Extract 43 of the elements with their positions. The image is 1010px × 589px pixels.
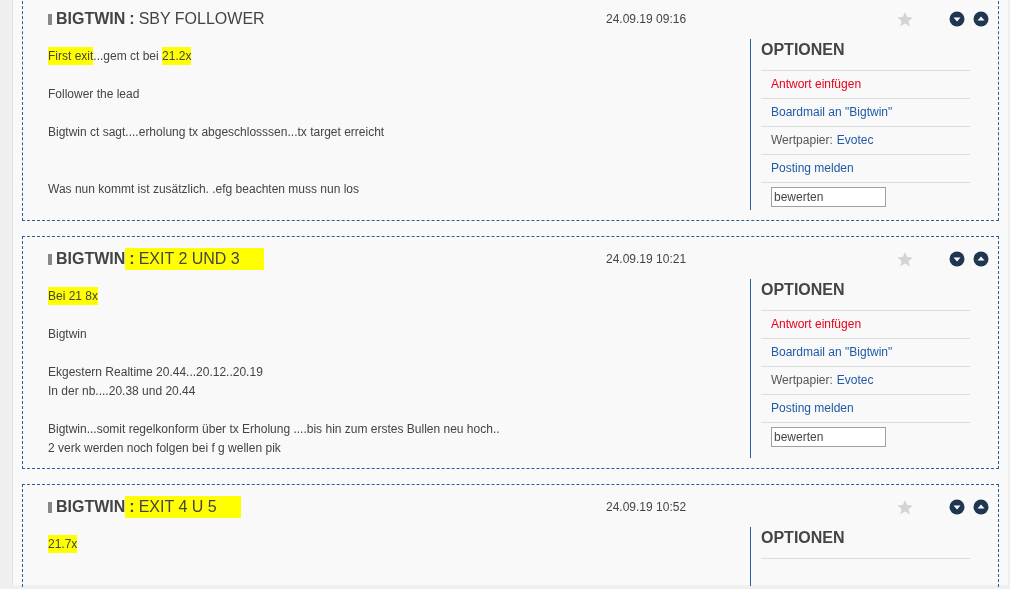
- option-link[interactable]: Boardmail an "Bigtwin": [771, 345, 893, 359]
- star-icon[interactable]: [896, 499, 914, 515]
- post-text: Was nun kommt ist zusätzlich. .efg beachten muss nun los: [48, 182, 360, 196]
- author-name[interactable]: BIGTWIN: [56, 250, 126, 268]
- post-subject: SBY FOLLOWER: [138, 10, 265, 27]
- separator: :: [129, 250, 135, 267]
- title-bar: [48, 253, 52, 265]
- reply-link[interactable]: Antwort einfügen: [771, 317, 862, 331]
- star-icon[interactable]: [896, 11, 914, 27]
- security-label: Wertpapier:: [771, 133, 833, 147]
- post-text: Bigtwin ct sagt....erholung tx abgeschlosssen...tx target erreicht: [48, 125, 385, 139]
- post-text: Bigtwin...somit regelkonform über tx Erholung ....bis hin zum erstes Bullen neu hoch..: [48, 422, 500, 436]
- option-link[interactable]: Posting melden: [771, 401, 854, 415]
- separator: :: [129, 498, 135, 515]
- post-date: 24.09.19 10:52: [606, 500, 688, 514]
- post-date: 24.09.19 10:21: [606, 252, 688, 266]
- reply-link[interactable]: Antwort einfügen: [771, 77, 862, 91]
- post-text: Bigtwin: [48, 327, 87, 341]
- post-text: Follower the lead: [48, 87, 140, 101]
- rating-field[interactable]: bewerten: [771, 426, 886, 447]
- security-label: Wertpapier:: [771, 373, 833, 387]
- post-text: Bei 21 8x: [48, 287, 99, 305]
- post-subject: EXIT 4 U 5: [138, 498, 217, 515]
- post-text: 21.7x: [48, 535, 78, 553]
- post-text: In der nb....20.38 und 20.44: [48, 384, 196, 398]
- author-name[interactable]: BIGTWIN: [56, 10, 126, 28]
- options-heading: OPTIONEN: [761, 279, 970, 311]
- post-date: 24.09.19 09:16: [606, 12, 688, 26]
- option-link[interactable]: Boardmail an "Bigtwin": [771, 105, 893, 119]
- post-subject: EXIT 2 UND 3: [138, 250, 240, 267]
- post-text: 2 verk werden noch folgen bei f g wellen pik: [48, 441, 281, 455]
- title-bar: [48, 13, 52, 25]
- options-heading: OPTIONEN: [761, 527, 970, 559]
- options-heading: OPTIONEN: [761, 39, 970, 71]
- separator: :: [129, 10, 135, 27]
- security-link[interactable]: Evotec: [836, 373, 874, 387]
- author-name[interactable]: BIGTWIN: [56, 498, 126, 516]
- option-link[interactable]: Posting melden: [771, 161, 854, 175]
- post-text: Ekgestern Realtime 20.44...20.12..20.19: [48, 365, 263, 379]
- title-bar: [48, 501, 52, 513]
- star-icon[interactable]: [896, 251, 914, 267]
- security-link[interactable]: Evotec: [836, 133, 874, 147]
- rating-field[interactable]: bewerten: [771, 186, 886, 207]
